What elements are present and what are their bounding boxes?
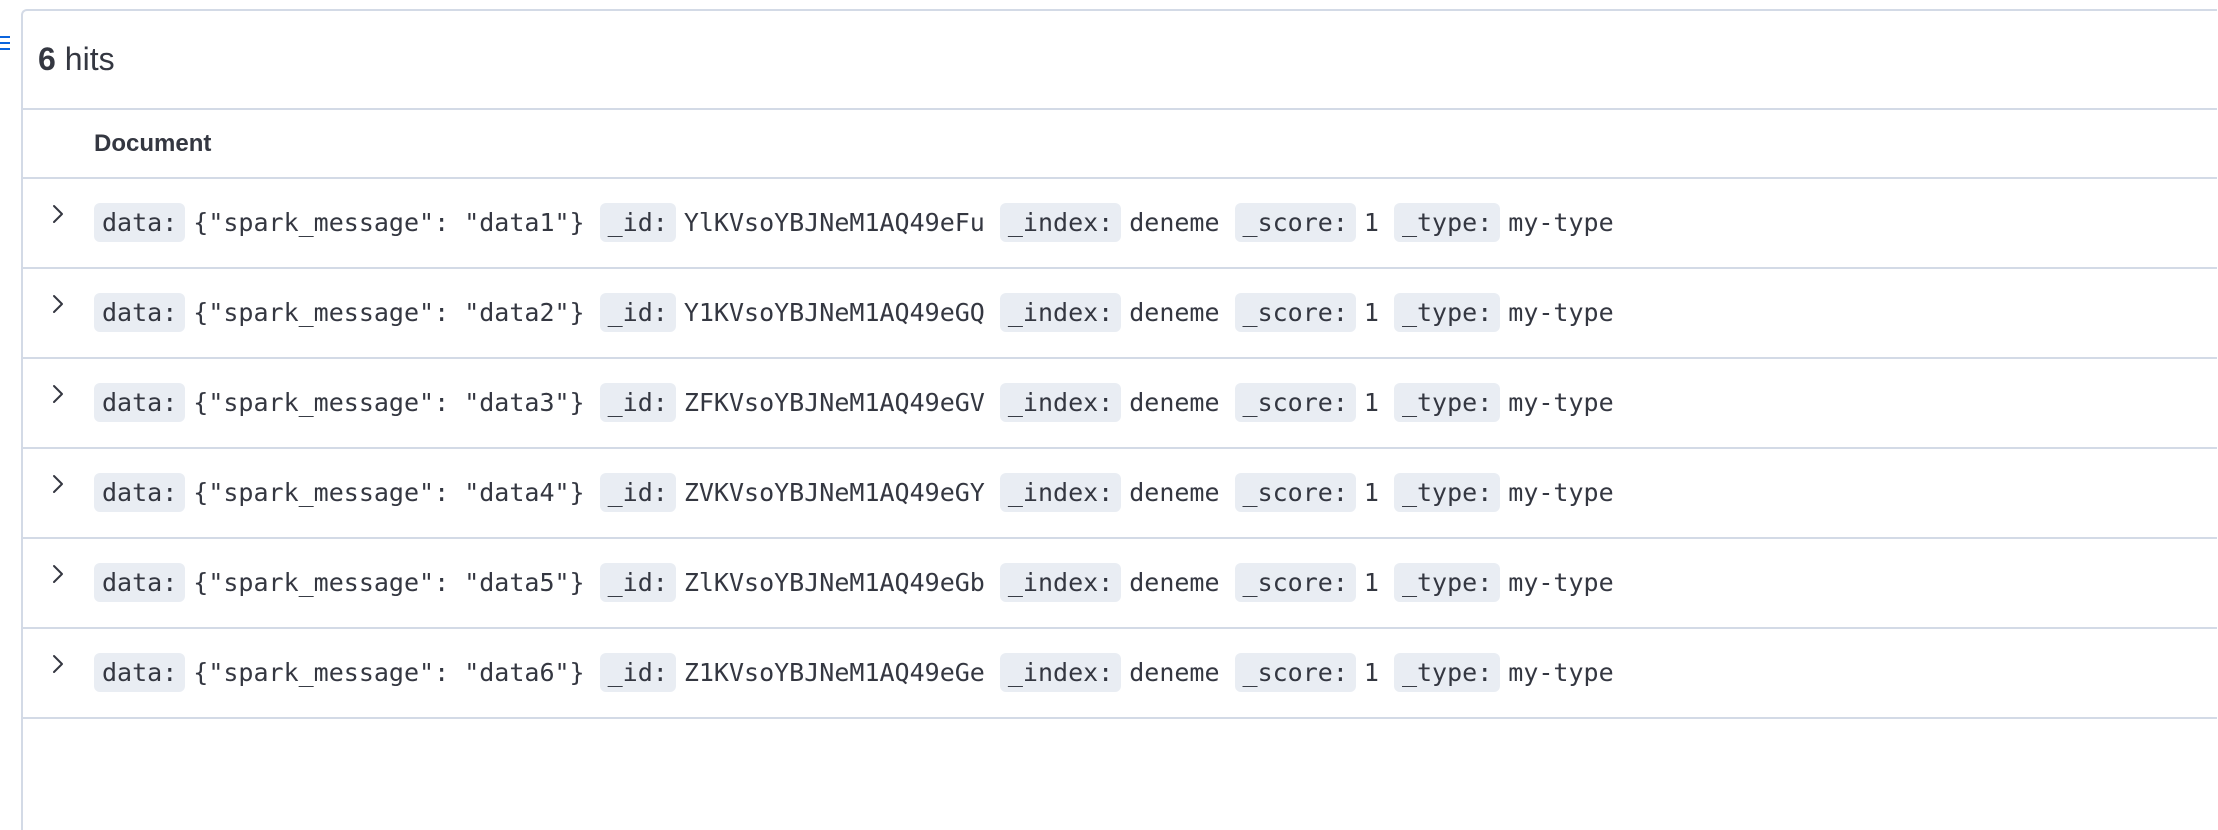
field-key-type: _type: xyxy=(1393,562,1501,602)
hits-label: hits xyxy=(64,41,115,77)
field-value-data: {"spark_message": "data1"} xyxy=(193,207,585,237)
field-value-type: my-type xyxy=(1508,477,1614,507)
field-key-id: _id: xyxy=(599,202,676,242)
chevron-right-icon[interactable] xyxy=(47,471,69,497)
field-key-data: data: xyxy=(94,382,186,422)
field-key-id: _id: xyxy=(599,292,676,332)
column-header-document[interactable]: Document xyxy=(94,130,211,158)
chevron-right-icon[interactable] xyxy=(47,291,69,317)
field-value-score: 1 xyxy=(1363,477,1379,507)
field-value-score: 1 xyxy=(1363,567,1379,597)
field-value-id: ZVKVsoYBJNeM1AQ49eGY xyxy=(683,477,985,507)
table-row: data: {"spark_message": "data3"} _id: ZF… xyxy=(23,359,2217,449)
documents-panel: 6 hits Document data: {"spark_message": … xyxy=(21,9,2217,830)
field-key-score: _score: xyxy=(1234,202,1356,242)
list-icon[interactable] xyxy=(0,36,10,54)
chevron-right-icon[interactable] xyxy=(47,651,69,677)
field-key-data: data: xyxy=(94,472,186,512)
field-value-type: my-type xyxy=(1508,657,1614,687)
table-header: Document xyxy=(23,110,2217,179)
table-row: data: {"spark_message": "data5"} _id: Zl… xyxy=(23,539,2217,629)
document-fields: data: {"spark_message": "data2"} _id: Y1… xyxy=(94,291,1629,333)
field-value-score: 1 xyxy=(1363,387,1379,417)
field-value-index: deneme xyxy=(1129,477,1220,507)
document-fields: data: {"spark_message": "data3"} _id: ZF… xyxy=(94,381,1629,423)
field-key-score: _score: xyxy=(1234,652,1356,692)
field-key-score: _score: xyxy=(1234,472,1356,512)
field-value-index: deneme xyxy=(1129,567,1220,597)
field-value-id: Z1KVsoYBJNeM1AQ49eGe xyxy=(683,657,985,687)
field-key-index: _index: xyxy=(999,562,1122,602)
field-value-id: YlKVsoYBJNeM1AQ49eFu xyxy=(683,207,985,237)
table-row: data: {"spark_message": "data4"} _id: ZV… xyxy=(23,449,2217,539)
field-key-index: _index: xyxy=(999,382,1122,422)
field-value-type: my-type xyxy=(1508,387,1614,417)
document-fields: data: {"spark_message": "data1"} _id: Yl… xyxy=(94,201,1629,243)
field-key-data: data: xyxy=(94,202,186,242)
field-value-index: deneme xyxy=(1129,207,1220,237)
hits-count-bar: 6 hits xyxy=(23,11,2217,110)
field-value-id: ZlKVsoYBJNeM1AQ49eGb xyxy=(683,567,985,597)
field-key-type: _type: xyxy=(1393,202,1501,242)
field-key-score: _score: xyxy=(1234,292,1356,332)
field-value-data: {"spark_message": "data2"} xyxy=(193,297,585,327)
field-key-data: data: xyxy=(94,652,186,692)
field-key-type: _type: xyxy=(1393,472,1501,512)
field-key-data: data: xyxy=(94,292,186,332)
document-fields: data: {"spark_message": "data6"} _id: Z1… xyxy=(94,651,1629,693)
document-fields: data: {"spark_message": "data4"} _id: ZV… xyxy=(94,471,1629,513)
field-value-score: 1 xyxy=(1363,657,1379,687)
chevron-right-icon[interactable] xyxy=(47,201,69,227)
field-key-index: _index: xyxy=(999,202,1122,242)
field-value-data: {"spark_message": "data5"} xyxy=(193,567,585,597)
field-value-data: {"spark_message": "data4"} xyxy=(193,477,585,507)
field-key-type: _type: xyxy=(1393,292,1501,332)
field-value-data: {"spark_message": "data3"} xyxy=(193,387,585,417)
field-value-score: 1 xyxy=(1363,207,1379,237)
chevron-right-icon[interactable] xyxy=(47,381,69,407)
field-value-type: my-type xyxy=(1508,567,1614,597)
field-value-type: my-type xyxy=(1508,297,1614,327)
field-key-type: _type: xyxy=(1393,652,1501,692)
field-key-id: _id: xyxy=(599,562,676,602)
field-key-id: _id: xyxy=(599,382,676,422)
field-key-score: _score: xyxy=(1234,562,1356,602)
field-key-type: _type: xyxy=(1393,382,1501,422)
field-key-index: _index: xyxy=(999,472,1122,512)
field-key-id: _id: xyxy=(599,652,676,692)
field-value-type: my-type xyxy=(1508,207,1614,237)
field-value-data: {"spark_message": "data6"} xyxy=(193,657,585,687)
field-key-score: _score: xyxy=(1234,382,1356,422)
table-row: data: {"spark_message": "data6"} _id: Z1… xyxy=(23,629,2217,719)
field-key-id: _id: xyxy=(599,472,676,512)
field-value-id: Y1KVsoYBJNeM1AQ49eGQ xyxy=(683,297,985,327)
field-key-index: _index: xyxy=(999,292,1122,332)
field-key-data: data: xyxy=(94,562,186,602)
field-value-index: deneme xyxy=(1129,387,1220,417)
document-fields: data: {"spark_message": "data5"} _id: Zl… xyxy=(94,561,1629,603)
field-value-index: deneme xyxy=(1129,297,1220,327)
discover-page: 6 hits Document data: {"spark_message": … xyxy=(0,0,2218,830)
field-value-id: ZFKVsoYBJNeM1AQ49eGV xyxy=(683,387,985,417)
chevron-right-icon[interactable] xyxy=(47,561,69,587)
field-key-index: _index: xyxy=(999,652,1122,692)
field-value-index: deneme xyxy=(1129,657,1220,687)
hits-count: 6 xyxy=(38,41,56,77)
table-row: data: {"spark_message": "data1"} _id: Yl… xyxy=(23,179,2217,269)
field-value-score: 1 xyxy=(1363,297,1379,327)
documents-table-body: data: {"spark_message": "data1"} _id: Yl… xyxy=(23,179,2217,719)
table-row: data: {"spark_message": "data2"} _id: Y1… xyxy=(23,269,2217,359)
